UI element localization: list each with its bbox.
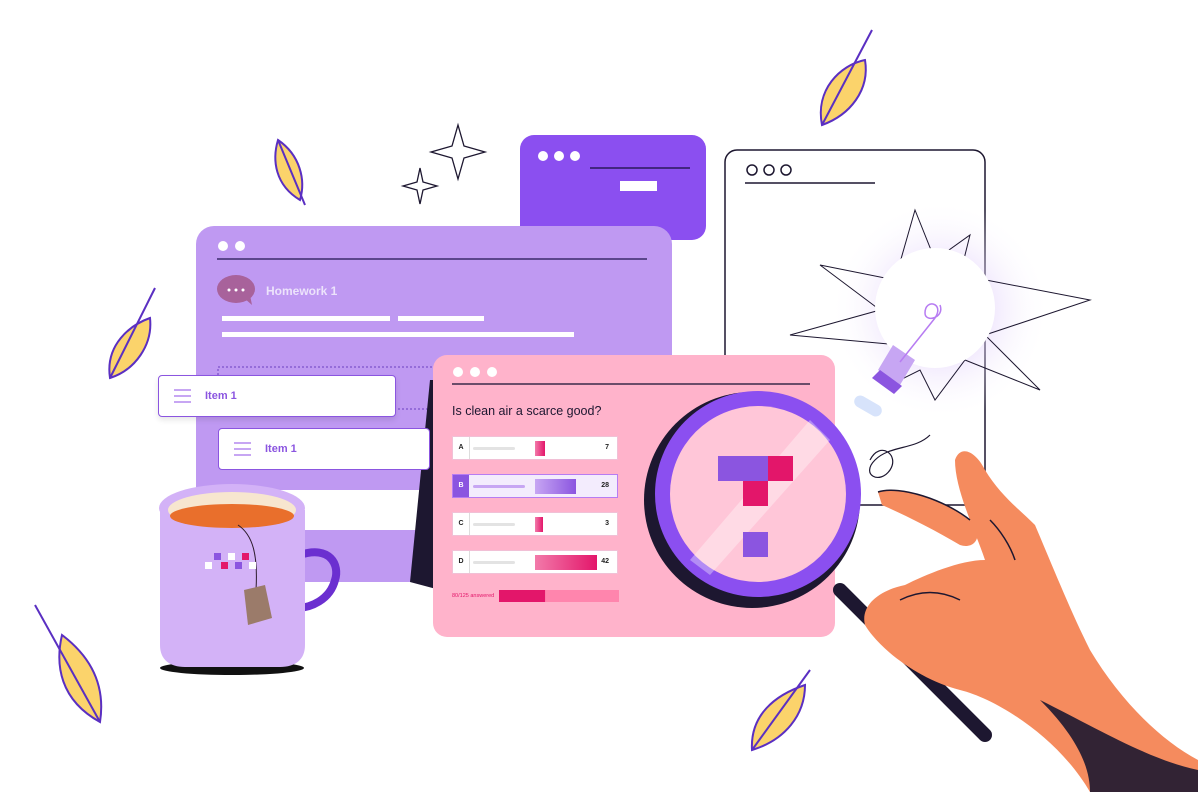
- option-text-placeholder: [473, 523, 515, 526]
- sparkle-icon: [400, 122, 488, 205]
- option-count: 7: [605, 444, 609, 451]
- list-item[interactable]: Item 1: [218, 428, 430, 470]
- poll-option-b[interactable]: B 28: [452, 474, 618, 498]
- option-count: 42: [601, 558, 609, 565]
- option-count: 28: [601, 482, 609, 489]
- poll-option-c[interactable]: C 3: [452, 512, 618, 536]
- option-text-placeholder: [473, 485, 525, 488]
- option-text-placeholder: [473, 561, 515, 564]
- item-label: Item 1: [265, 443, 297, 455]
- item-label: Item 1: [205, 390, 237, 402]
- homework-title: Homework 1: [266, 284, 338, 298]
- option-result-bar: [535, 517, 543, 532]
- option-result-bar: [535, 479, 577, 494]
- drag-handle-icon[interactable]: [174, 385, 191, 407]
- drag-handle-icon[interactable]: [234, 438, 251, 460]
- option-result-bar: [535, 441, 546, 456]
- option-letter: B: [453, 475, 469, 497]
- option-letter: D: [453, 551, 470, 573]
- list-item[interactable]: Item 1: [158, 375, 396, 417]
- option-letter: C: [453, 513, 470, 535]
- poll-option-a[interactable]: A 7: [452, 436, 618, 460]
- hand-icon: [864, 451, 1198, 792]
- poll-option-d[interactable]: D 42: [452, 550, 618, 574]
- option-text-placeholder: [473, 447, 515, 450]
- option-count: 3: [605, 520, 609, 527]
- answered-count: 80/125 answered: [452, 593, 495, 599]
- poll-question: Is clean air a scarce good?: [452, 404, 602, 418]
- option-result-bar: [535, 555, 597, 570]
- option-letter: A: [453, 437, 470, 459]
- answered-progress-fill: [499, 590, 546, 602]
